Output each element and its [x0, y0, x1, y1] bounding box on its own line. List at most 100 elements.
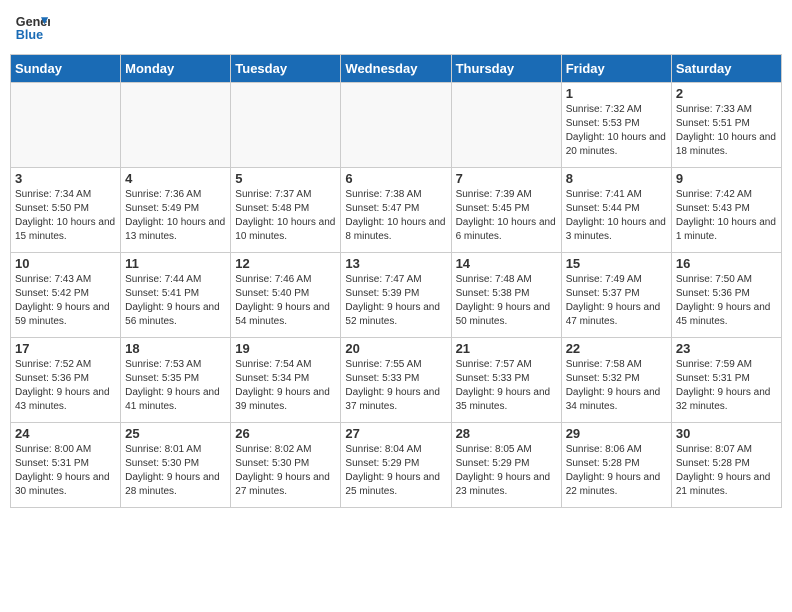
day-number: 19 [235, 341, 336, 356]
calendar-week-3: 10 Sunrise: 7:43 AMSunset: 5:42 PMDayligh… [11, 253, 782, 338]
day-info: Sunrise: 7:42 AMSunset: 5:43 PMDaylight:… [676, 188, 777, 244]
calendar-cell: 9 Sunrise: 7:42 AMSunset: 5:43 PMDaylight… [671, 168, 781, 253]
weekday-header-thursday: Thursday [451, 55, 561, 83]
weekday-header-sunday: Sunday [11, 55, 121, 83]
day-number: 15 [566, 256, 667, 271]
day-info: Sunrise: 7:55 AMSunset: 5:33 PMDaylight:… [345, 358, 446, 414]
day-info: Sunrise: 7:44 AMSunset: 5:41 PMDaylight:… [125, 273, 226, 329]
calendar-cell: 13Sunrise: 7:47 AMSunset: 5:39 PMDayligh… [341, 253, 451, 338]
calendar-cell: 17 Sunrise: 7:52 AMSunset: 5:36 PMDayligh… [11, 338, 121, 423]
day-info: Sunrise: 7:59 AMSunset: 5:31 PMDaylight:… [676, 358, 777, 414]
calendar-cell: 30 Sunrise: 8:07 AMSunset: 5:28 PMDayligh… [671, 423, 781, 508]
day-number: 2 [676, 86, 777, 101]
calendar-week-1: 1 Sunrise: 7:32 AMSunset: 5:53 PMDaylight… [11, 83, 782, 168]
calendar-cell: 15 Sunrise: 7:49 AMSunset: 5:37 PMDayligh… [561, 253, 671, 338]
day-info: Sunrise: 8:05 AMSunset: 5:29 PMDaylight:… [456, 443, 557, 499]
day-info: Sunrise: 7:57 AMSunset: 5:33 PMDaylight:… [456, 358, 557, 414]
weekday-header-saturday: Saturday [671, 55, 781, 83]
weekday-header-monday: Monday [121, 55, 231, 83]
day-info: Sunrise: 8:06 AMSunset: 5:28 PMDaylight:… [566, 443, 667, 499]
day-info: Sunrise: 7:32 AMSunset: 5:53 PMDaylight:… [566, 103, 667, 159]
day-number: 21 [456, 341, 557, 356]
day-number: 4 [125, 171, 226, 186]
calendar-cell: 28 Sunrise: 8:05 AMSunset: 5:29 PMDayligh… [451, 423, 561, 508]
calendar-cell: 29 Sunrise: 8:06 AMSunset: 5:28 PMDayligh… [561, 423, 671, 508]
calendar-cell [121, 83, 231, 168]
day-number: 17 [15, 341, 116, 356]
calendar-cell: 14 Sunrise: 7:48 AMSunset: 5:38 PMDayligh… [451, 253, 561, 338]
day-number: 26 [235, 426, 336, 441]
day-info: Sunrise: 7:52 AMSunset: 5:36 PMDaylight:… [15, 358, 116, 414]
day-number: 12 [235, 256, 336, 271]
day-number: 30 [676, 426, 777, 441]
calendar-cell: 7 Sunrise: 7:39 AMSunset: 5:45 PMDaylight… [451, 168, 561, 253]
day-number: 13 [345, 256, 446, 271]
day-info: Sunrise: 7:49 AMSunset: 5:37 PMDaylight:… [566, 273, 667, 329]
day-number: 28 [456, 426, 557, 441]
calendar-cell [451, 83, 561, 168]
day-number: 18 [125, 341, 226, 356]
day-info: Sunrise: 7:37 AMSunset: 5:48 PMDaylight:… [235, 188, 336, 244]
day-number: 8 [566, 171, 667, 186]
day-number: 29 [566, 426, 667, 441]
calendar-table: SundayMondayTuesdayWednesdayThursdayFrid… [10, 54, 782, 508]
day-number: 6 [345, 171, 446, 186]
calendar-cell [231, 83, 341, 168]
calendar-cell: 11Sunrise: 7:44 AMSunset: 5:41 PMDayligh… [121, 253, 231, 338]
day-info: Sunrise: 7:39 AMSunset: 5:45 PMDaylight:… [456, 188, 557, 244]
day-info: Sunrise: 7:54 AMSunset: 5:34 PMDaylight:… [235, 358, 336, 414]
day-number: 10 [15, 256, 116, 271]
weekday-header-friday: Friday [561, 55, 671, 83]
calendar-cell: 3Sunrise: 7:34 AMSunset: 5:50 PMDaylight… [11, 168, 121, 253]
calendar-cell: 2 Sunrise: 7:33 AMSunset: 5:51 PMDaylight… [671, 83, 781, 168]
day-info: Sunrise: 7:43 AMSunset: 5:42 PMDaylight:… [15, 273, 116, 329]
calendar-cell: 19 Sunrise: 7:54 AMSunset: 5:34 PMDayligh… [231, 338, 341, 423]
day-number: 9 [676, 171, 777, 186]
day-number: 22 [566, 341, 667, 356]
day-number: 24 [15, 426, 116, 441]
logo-icon: General Blue [14, 10, 50, 46]
calendar-cell: 24Sunrise: 8:00 AMSunset: 5:31 PMDayligh… [11, 423, 121, 508]
day-info: Sunrise: 7:33 AMSunset: 5:51 PMDaylight:… [676, 103, 777, 159]
calendar-week-4: 17 Sunrise: 7:52 AMSunset: 5:36 PMDayligh… [11, 338, 782, 423]
calendar-cell [341, 83, 451, 168]
calendar-week-2: 3Sunrise: 7:34 AMSunset: 5:50 PMDaylight… [11, 168, 782, 253]
day-info: Sunrise: 7:36 AMSunset: 5:49 PMDaylight:… [125, 188, 226, 244]
calendar-cell: 25 Sunrise: 8:01 AMSunset: 5:30 PMDayligh… [121, 423, 231, 508]
svg-text:Blue: Blue [16, 28, 43, 42]
day-info: Sunrise: 7:41 AMSunset: 5:44 PMDaylight:… [566, 188, 667, 244]
calendar-cell: 20 Sunrise: 7:55 AMSunset: 5:33 PMDayligh… [341, 338, 451, 423]
day-number: 7 [456, 171, 557, 186]
calendar-cell: 21 Sunrise: 7:57 AMSunset: 5:33 PMDayligh… [451, 338, 561, 423]
weekday-header-tuesday: Tuesday [231, 55, 341, 83]
day-number: 20 [345, 341, 446, 356]
day-info: Sunrise: 7:46 AMSunset: 5:40 PMDaylight:… [235, 273, 336, 329]
day-info: Sunrise: 7:53 AMSunset: 5:35 PMDaylight:… [125, 358, 226, 414]
calendar-cell: 5 Sunrise: 7:37 AMSunset: 5:48 PMDaylight… [231, 168, 341, 253]
day-info: Sunrise: 8:01 AMSunset: 5:30 PMDaylight:… [125, 443, 226, 499]
calendar-cell [11, 83, 121, 168]
day-number: 23 [676, 341, 777, 356]
calendar-cell: 4 Sunrise: 7:36 AMSunset: 5:49 PMDaylight… [121, 168, 231, 253]
calendar-cell: 23 Sunrise: 7:59 AMSunset: 5:31 PMDayligh… [671, 338, 781, 423]
calendar-week-5: 24Sunrise: 8:00 AMSunset: 5:31 PMDayligh… [11, 423, 782, 508]
day-number: 25 [125, 426, 226, 441]
calendar-cell: 27 Sunrise: 8:04 AMSunset: 5:29 PMDayligh… [341, 423, 451, 508]
day-number: 5 [235, 171, 336, 186]
day-info: Sunrise: 8:04 AMSunset: 5:29 PMDaylight:… [345, 443, 446, 499]
day-number: 1 [566, 86, 667, 101]
day-number: 14 [456, 256, 557, 271]
calendar-cell: 12 Sunrise: 7:46 AMSunset: 5:40 PMDayligh… [231, 253, 341, 338]
calendar-cell: 16 Sunrise: 7:50 AMSunset: 5:36 PMDayligh… [671, 253, 781, 338]
day-info: Sunrise: 8:07 AMSunset: 5:28 PMDaylight:… [676, 443, 777, 499]
calendar-cell: 8 Sunrise: 7:41 AMSunset: 5:44 PMDaylight… [561, 168, 671, 253]
day-number: 27 [345, 426, 446, 441]
weekday-header-wednesday: Wednesday [341, 55, 451, 83]
day-info: Sunrise: 7:50 AMSunset: 5:36 PMDaylight:… [676, 273, 777, 329]
calendar-cell: 1 Sunrise: 7:32 AMSunset: 5:53 PMDaylight… [561, 83, 671, 168]
day-number: 3 [15, 171, 116, 186]
day-number: 16 [676, 256, 777, 271]
page-header: General Blue [10, 10, 782, 46]
day-info: Sunrise: 7:48 AMSunset: 5:38 PMDaylight:… [456, 273, 557, 329]
day-info: Sunrise: 7:38 AMSunset: 5:47 PMDaylight:… [345, 188, 446, 244]
